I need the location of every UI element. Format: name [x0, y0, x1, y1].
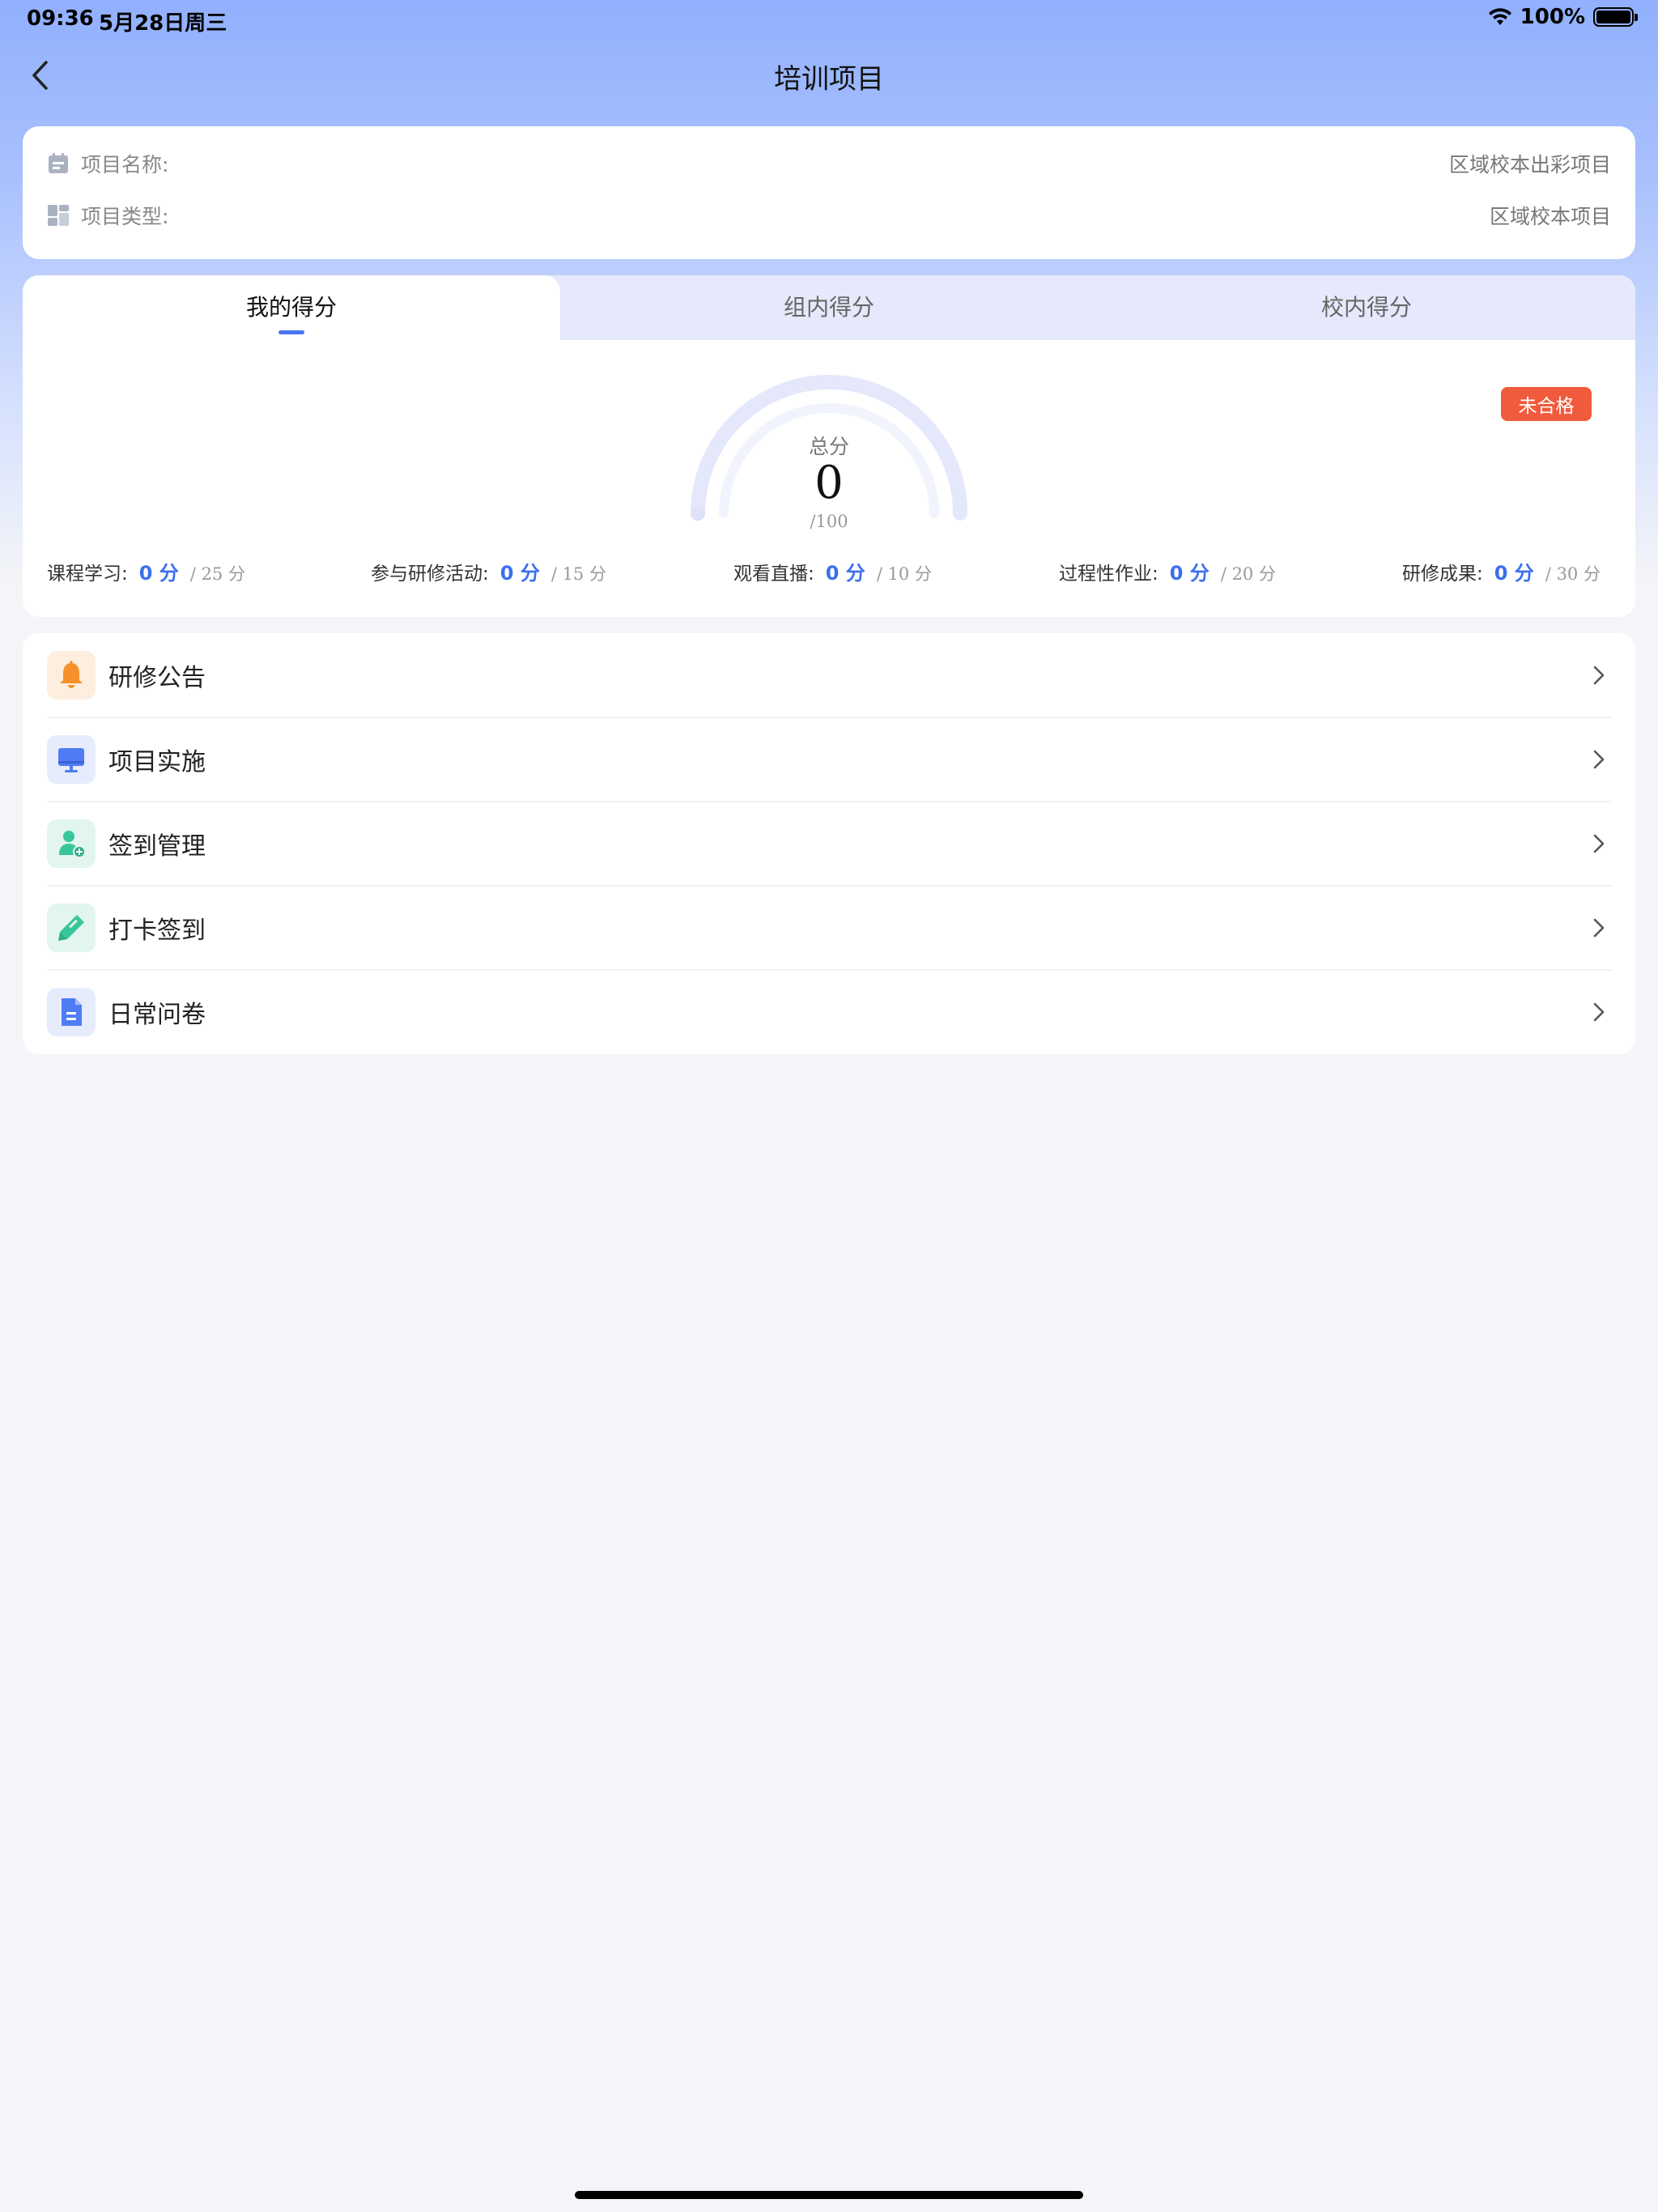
home-indicator[interactable] [575, 2191, 1083, 2199]
metric-label: 研修成果: [1402, 564, 1483, 585]
battery-percentage: 100% [1520, 5, 1585, 29]
chevron-right-icon [1587, 747, 1611, 772]
navigation-bar: 培训项目 [0, 45, 1658, 105]
metric-max: / 20 分 [1220, 564, 1276, 584]
metric-max: / 25 分 [189, 564, 245, 584]
tab-school-score[interactable]: 校内得分 [1098, 275, 1635, 340]
menu-item-announcements[interactable]: 研修公告 [47, 633, 1611, 717]
menu-item-label: 研修公告 [108, 664, 206, 692]
wifi-icon [1488, 8, 1511, 25]
active-tab-indicator [278, 330, 304, 334]
chevron-right-icon [1587, 832, 1611, 856]
metric-watch-live: 观看直播: 0 分 / 10 分 [733, 557, 932, 585]
chevron-right-icon [1587, 663, 1611, 687]
metric-research-results: 研修成果: 0 分 / 30 分 [1402, 557, 1601, 585]
page-title: 培训项目 [774, 63, 884, 96]
chevron-right-icon [1587, 916, 1611, 940]
status-date: 5月28日周三 [99, 11, 227, 36]
metric-value: 0 分 [1169, 562, 1209, 585]
menu-item-label: 打卡签到 [108, 917, 206, 945]
metric-value: 0 分 [825, 562, 865, 585]
total-score-max: /100 [810, 512, 848, 531]
total-score-gauge: 总分 0 /100 [688, 372, 970, 534]
status-time: 09:36 [27, 6, 94, 31]
metric-value: 0 分 [1494, 562, 1534, 585]
metric-label: 过程性作业: [1059, 564, 1158, 585]
total-score-label: 总分 [808, 435, 849, 458]
metric-max: / 15 分 [551, 564, 606, 584]
status-bar: 09:36 5月28日周三 100% [0, 0, 1658, 39]
bell-icon [47, 651, 96, 700]
pencil-icon [47, 904, 96, 952]
project-type-row: 项目类型: 区域校本项目 [47, 199, 1611, 232]
document-icon [47, 988, 96, 1036]
monitor-icon [47, 735, 96, 784]
tab-group-score[interactable]: 组内得分 [560, 275, 1098, 340]
metric-max: / 30 分 [1545, 564, 1601, 584]
metric-label: 课程学习: [47, 564, 128, 585]
metric-course-study: 课程学习: 0 分 / 25 分 [47, 557, 245, 585]
metric-label: 观看直播: [733, 564, 814, 585]
project-name-row: 项目名称: 区域校本出彩项目 [47, 147, 1611, 180]
user-add-icon [47, 819, 96, 868]
metric-max: / 10 分 [876, 564, 932, 584]
project-type-label: 项目类型: [81, 205, 169, 228]
battery-icon [1593, 7, 1638, 27]
menu-item-implementation[interactable]: 项目实施 [47, 717, 1611, 802]
metric-value: 0 分 [138, 562, 179, 585]
calendar-icon [49, 153, 68, 173]
menu-item-label: 签到管理 [108, 832, 206, 861]
metric-value: 0 分 [500, 562, 540, 585]
metric-label: 参与研修活动: [371, 564, 489, 585]
project-type-value: 区域校本项目 [1489, 205, 1611, 228]
score-card: 我的得分 组内得分 校内得分 总分 0 /100 未合格 课程学习: 0 分 /… [23, 275, 1635, 617]
status-indicators: 100% [1488, 5, 1638, 29]
menu-item-questionnaire[interactable]: 日常问卷 [47, 970, 1611, 1054]
project-info-card: 项目名称: 区域校本出彩项目 项目类型: 区域校本项目 [23, 126, 1635, 259]
grid-icon [48, 205, 69, 226]
project-name-label: 项目名称: [81, 153, 169, 177]
project-name-value: 区域校本出彩项目 [1448, 153, 1611, 177]
metric-process-homework: 过程性作业: 0 分 / 20 分 [1059, 557, 1276, 585]
menu-item-label: 日常问卷 [108, 1001, 206, 1029]
score-tabs: 我的得分 组内得分 校内得分 [23, 275, 1635, 340]
total-score-value: 0 [814, 457, 844, 509]
chevron-right-icon [1587, 1000, 1611, 1024]
menu-item-sign-in-management[interactable]: 签到管理 [47, 802, 1611, 886]
menu-item-label: 项目实施 [108, 748, 206, 776]
menu-item-check-in[interactable]: 打卡签到 [47, 886, 1611, 970]
menu-card: 研修公告 项目实施 签到管理 打卡签到 日常问卷 [23, 633, 1635, 1054]
status-badge: 未合格 [1501, 387, 1592, 421]
metric-research-activity: 参与研修活动: 0 分 / 15 分 [371, 557, 606, 585]
